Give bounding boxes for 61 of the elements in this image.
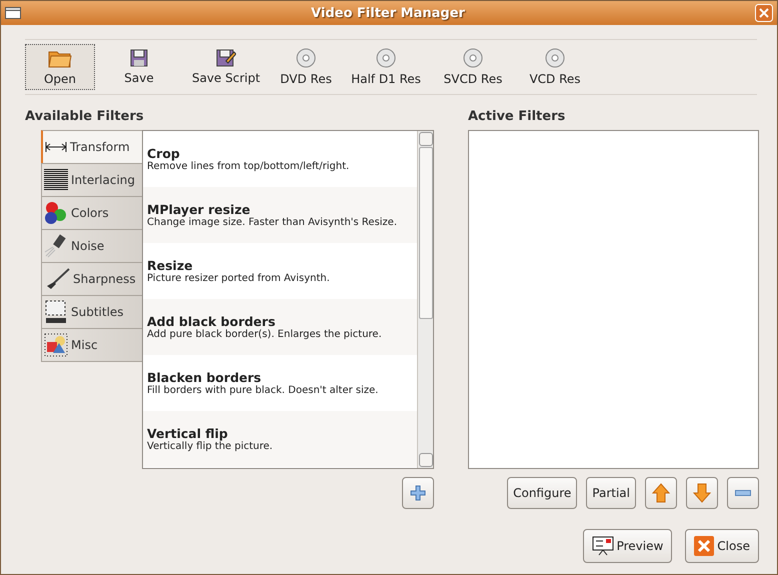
filter-item[interactable]: MPlayer resize Change image size. Faster than Avisynth's Resize. [143, 187, 417, 243]
filter-title: MPlayer resize [147, 202, 252, 217]
filter-item[interactable]: Add black borders Add pure black border(s). Enlarges the picture. [143, 299, 417, 355]
toolbar-button[interactable]: Save Script [183, 44, 269, 90]
filter-description: Add pure black border(s). Enlarges the picture. [147, 329, 383, 340]
category-tab[interactable]: Sharpness [41, 262, 142, 296]
dialog-button[interactable]: Preview [582, 529, 672, 563]
disc-icon [463, 48, 483, 68]
remove-button[interactable] [727, 477, 759, 509]
category-tab[interactable]: Noise [41, 229, 142, 263]
toolbar-button[interactable]: SVCD Res [433, 44, 513, 90]
scrollbar-thumb[interactable] [419, 147, 433, 319]
filter-action-button[interactable]: Configure [507, 477, 578, 509]
toolbar-button[interactable]: Half D1 Res [343, 44, 429, 90]
horizontal-lines-icon [44, 169, 68, 191]
window-title: Video Filter Manager [310, 6, 466, 20]
up-arrow-icon [652, 483, 670, 503]
down-arrow-icon [693, 483, 711, 503]
category-tab[interactable]: Interlacing [41, 163, 142, 197]
toolbar-button[interactable]: Open [25, 44, 95, 90]
shapes-icon [44, 333, 68, 357]
filter-description: Fill borders with pure black. Doesn't alter size. [147, 385, 380, 396]
filter-title: Blacken borders [147, 370, 262, 385]
toolbar-button[interactable]: DVD Res [273, 44, 339, 90]
filter-description: Picture resizer ported from Avisynth. [147, 273, 331, 284]
filter-title: Crop [147, 146, 181, 161]
filter-description: Remove lines from top/bottom/left/right. [147, 161, 350, 172]
floppy-pencil-icon [216, 49, 236, 67]
filter-title: Add black borders [147, 314, 276, 329]
dialog-button[interactable]: Close [685, 529, 759, 563]
category-tab[interactable]: Transform [41, 130, 142, 164]
disc-icon [296, 48, 316, 68]
filter-item[interactable]: Vertical flip Vertically flip the picture. [143, 411, 417, 467]
width-arrow-icon [45, 142, 67, 152]
filter-title: Resize [147, 258, 194, 273]
subtitle-frame-icon [44, 300, 68, 324]
close-window-icon[interactable] [755, 4, 773, 22]
toolbar-button[interactable]: Save [99, 44, 179, 90]
close-icon [694, 536, 714, 556]
projector-screen-icon [592, 536, 614, 556]
category-tab[interactable]: Misc [41, 328, 142, 362]
disc-icon [545, 48, 565, 68]
filter-description: Vertically flip the picture. [147, 441, 274, 452]
category-tab[interactable]: Subtitles [41, 295, 142, 329]
move-down-button[interactable] [686, 477, 718, 509]
spray-can-icon [44, 234, 68, 258]
section-heading: Active Filters [468, 109, 566, 124]
filter-description: Change image size. Faster than Avisynth's Resize. [147, 217, 398, 228]
filter-title: Vertical flip [147, 426, 229, 441]
plus-icon [410, 485, 426, 501]
toolbar-button[interactable]: VCD Res [517, 44, 593, 90]
color-balls-icon [44, 201, 68, 225]
add-filter-button[interactable] [402, 477, 434, 509]
minus-icon [735, 490, 751, 496]
category-tab[interactable]: Colors [41, 196, 142, 230]
disc-icon [376, 48, 396, 68]
move-up-button[interactable] [645, 477, 677, 509]
window-menu-icon [5, 7, 21, 19]
section-heading: Available Filters [25, 109, 145, 124]
filter-action-button[interactable]: Partial [586, 477, 636, 509]
scrollbar[interactable] [417, 131, 433, 468]
